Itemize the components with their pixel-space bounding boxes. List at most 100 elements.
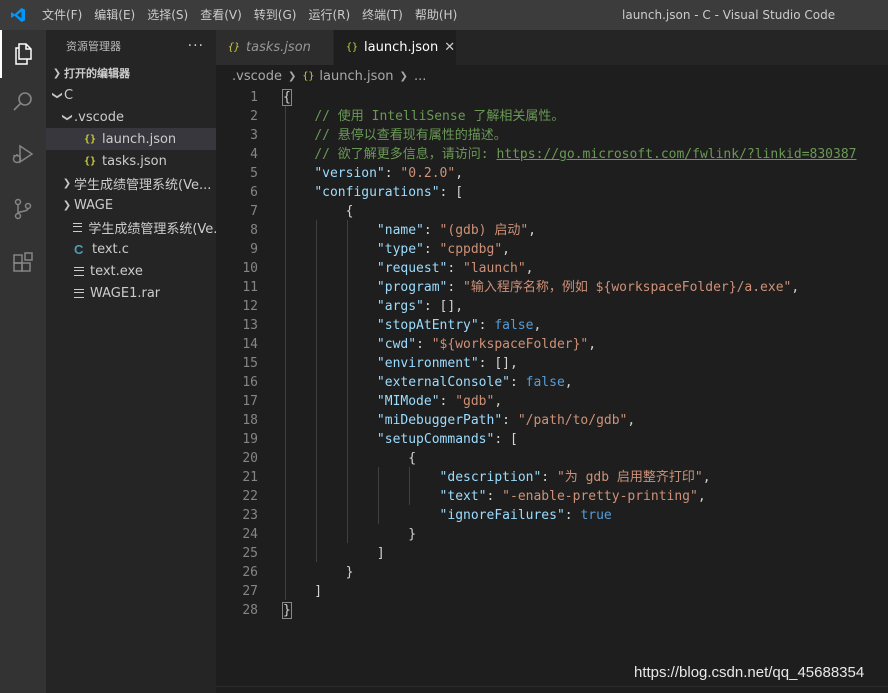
code-token: ,	[502, 242, 510, 257]
code-token: {	[283, 451, 417, 466]
code-line: 27 ]	[216, 582, 888, 601]
menu-help[interactable]: 帮助(H)	[409, 0, 463, 30]
code-token: "-enable-pretty-printing"	[502, 489, 698, 504]
code-token: "description"	[439, 470, 542, 485]
code-token: ,	[564, 375, 573, 390]
chevron-right-icon: ❯	[62, 177, 72, 189]
menu-file[interactable]: 文件(F)	[36, 0, 88, 30]
more-actions-icon[interactable]: ···	[188, 38, 204, 54]
close-icon[interactable]: ✕	[444, 40, 455, 55]
code-content: {	[282, 88, 292, 107]
run-debug-icon[interactable]	[0, 130, 46, 178]
breadcrumb-more[interactable]: ...	[414, 69, 426, 84]
tree-item[interactable]: ❯ 学生成绩管理系统(Ve...	[46, 172, 216, 194]
line-number: 23	[242, 508, 258, 523]
code-link[interactable]: https://go.microsoft.com/fwlink/?linkid=…	[496, 147, 856, 162]
code-content: ]	[283, 582, 322, 601]
code-content: // 欲了解更多信息，请访问: https://go.microsoft.com…	[283, 145, 856, 164]
chevron-right-icon: ❯	[52, 67, 62, 79]
menu-selection[interactable]: 选择(S)	[141, 0, 194, 30]
tree-item[interactable]: WAGE1.rar	[46, 282, 216, 304]
search-icon[interactable]	[0, 78, 46, 126]
breadcrumb-folder[interactable]: .vscode	[232, 69, 282, 84]
open-editors-section[interactable]: ❯ 打开的编辑器	[46, 62, 216, 84]
explorer-icon[interactable]	[0, 30, 46, 78]
c-file-icon: C	[74, 241, 84, 257]
code-line: 4 // 欲了解更多信息，请访问: https://go.microsoft.c…	[216, 145, 888, 164]
menu-bar: 文件(F) 编辑(E) 选择(S) 查看(V) 转到(G) 运行(R) 终端(T…	[36, 0, 463, 30]
line-number: 1	[250, 90, 258, 105]
tab-tasks-json[interactable]: {} tasks.json	[216, 30, 334, 65]
code-token: // 悬停以查看现有属性的描述。	[314, 128, 507, 143]
line-number: 19	[242, 432, 258, 447]
line-number: 3	[250, 128, 258, 143]
explorer-title: 资源管理器	[66, 40, 121, 53]
menu-terminal[interactable]: 终端(T)	[356, 0, 409, 30]
code-token: ,	[525, 261, 534, 276]
activity-bar	[0, 30, 46, 693]
code-content: "cwd": "${workspaceFolder}",	[283, 335, 596, 354]
code-editor[interactable]: 1{2 // 使用 IntelliSense 了解相关属性。 3 // 悬停以查看…	[216, 87, 888, 693]
code-token: "type"	[376, 242, 424, 257]
code-token: ,	[697, 489, 706, 504]
tree-item[interactable]: ❯ WAGE	[46, 194, 216, 216]
code-line: 3 // 悬停以查看现有属性的描述。	[216, 126, 888, 145]
code-content: "name": "(gdb) 启动",	[283, 221, 536, 240]
code-content: "setupCommands": [	[283, 430, 518, 449]
tree-item[interactable]: {} tasks.json	[46, 150, 216, 172]
line-number: 26	[242, 565, 258, 580]
breadcrumb-file[interactable]: launch.json	[319, 69, 393, 84]
tree-item[interactable]: 学生成绩管理系统(Ve...	[46, 216, 216, 238]
code-content: "program": "输入程序名称，例如 ${workspaceFolder}…	[283, 278, 799, 297]
code-token: ,	[627, 413, 636, 428]
chevron-right-icon: ❯	[287, 70, 297, 82]
code-token: "cppdbg"	[439, 242, 503, 257]
code-token: :	[486, 489, 503, 504]
watermark: https://blog.csdn.net/qq_45688354	[634, 664, 865, 681]
tree-item[interactable]: Ctext.c	[46, 238, 216, 260]
code-token: }	[283, 527, 417, 542]
code-token: "/path/to/gdb"	[517, 413, 628, 428]
tree-item[interactable]: {} launch.json	[46, 128, 216, 150]
extensions-icon[interactable]	[0, 239, 46, 287]
line-number: 25	[242, 546, 258, 561]
tree-item-label: 学生成绩管理系统(Ve...	[74, 177, 212, 193]
tree-item-label: 学生成绩管理系统(Ve...	[88, 221, 216, 237]
file-icon	[74, 288, 84, 298]
code-token: ,	[533, 318, 542, 333]
code-content: ]	[283, 544, 385, 563]
tree-item[interactable]: ❯ .vscode	[46, 106, 216, 128]
code-line: 20 {	[216, 449, 888, 468]
code-token: ,	[702, 470, 711, 485]
code-line: 13 "stopAtEntry": false,	[216, 316, 888, 335]
tree-item[interactable]: text.exe	[46, 260, 216, 282]
line-number: 24	[242, 527, 258, 542]
json-file-icon: {}	[346, 42, 359, 53]
tree-item[interactable]: ❯ C	[46, 84, 216, 106]
line-number: 16	[242, 375, 258, 390]
chevron-down-icon: ❯	[61, 112, 73, 122]
code-line: 23 "ignoreFailures": true	[216, 506, 888, 525]
menu-view[interactable]: 查看(V)	[194, 0, 248, 30]
menu-go[interactable]: 转到(G)	[248, 0, 303, 30]
code-content: }	[283, 563, 354, 582]
source-control-icon[interactable]	[0, 185, 46, 233]
menu-run[interactable]: 运行(R)	[302, 0, 356, 30]
tree-item-label: text.c	[92, 241, 129, 257]
code-line: 21 "description": "为 gdb 启用整齐打印",	[216, 468, 888, 487]
tab-launch-json[interactable]: {} launch.json ✕	[334, 30, 456, 65]
code-token: "configurations"	[314, 185, 440, 200]
code-token: :	[423, 242, 440, 257]
code-token: }	[282, 602, 292, 619]
code-token: ,	[791, 280, 800, 295]
code-content: "ignoreFailures": true	[283, 506, 612, 525]
menu-edit[interactable]: 编辑(E)	[88, 0, 141, 30]
